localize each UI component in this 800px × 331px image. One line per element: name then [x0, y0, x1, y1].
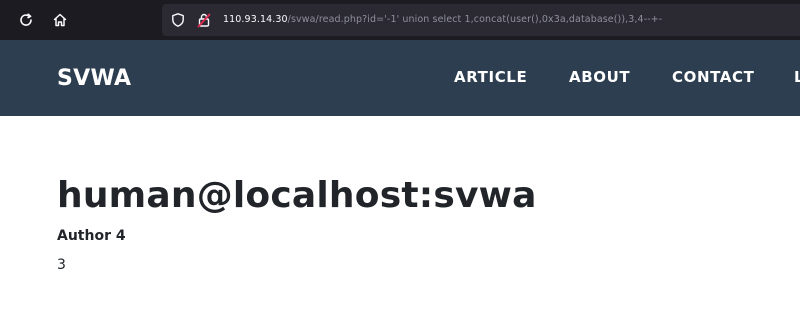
nav-article-link[interactable]: ARTICLE [454, 68, 527, 86]
site-navbar: SVWA ARTICLE ABOUT CONTACT L [0, 40, 800, 116]
reload-button[interactable] [18, 12, 34, 28]
home-button[interactable] [52, 12, 68, 28]
post-author: Author 4 [57, 228, 126, 244]
url-host: 110.93.14.30 [223, 14, 288, 25]
nav-contact-link[interactable]: CONTACT [672, 68, 754, 86]
home-icon [53, 13, 67, 27]
reload-icon [20, 13, 32, 26]
nav-cutoff-link[interactable]: L [794, 68, 800, 86]
insecure-lock-icon [197, 13, 211, 28]
site-brand-link[interactable]: SVWA [57, 66, 131, 92]
browser-toolbar: 110.93.14.30/svwa/read.php?id='-1' union… [0, 0, 800, 40]
shield-icon [172, 13, 184, 27]
post-body: 3 [57, 257, 66, 273]
tracking-protection-button[interactable] [170, 12, 186, 28]
nav-about-link[interactable]: ABOUT [569, 68, 630, 86]
post-title: human@localhost:svwa [57, 175, 537, 216]
url-bar[interactable]: 110.93.14.30/svwa/read.php?id='-1' union… [162, 4, 800, 36]
site-info-button[interactable] [196, 12, 212, 28]
url-text[interactable]: 110.93.14.30/svwa/read.php?id='-1' union… [223, 13, 662, 27]
url-path: /svwa/read.php?id='-1' union select 1,co… [287, 14, 663, 25]
